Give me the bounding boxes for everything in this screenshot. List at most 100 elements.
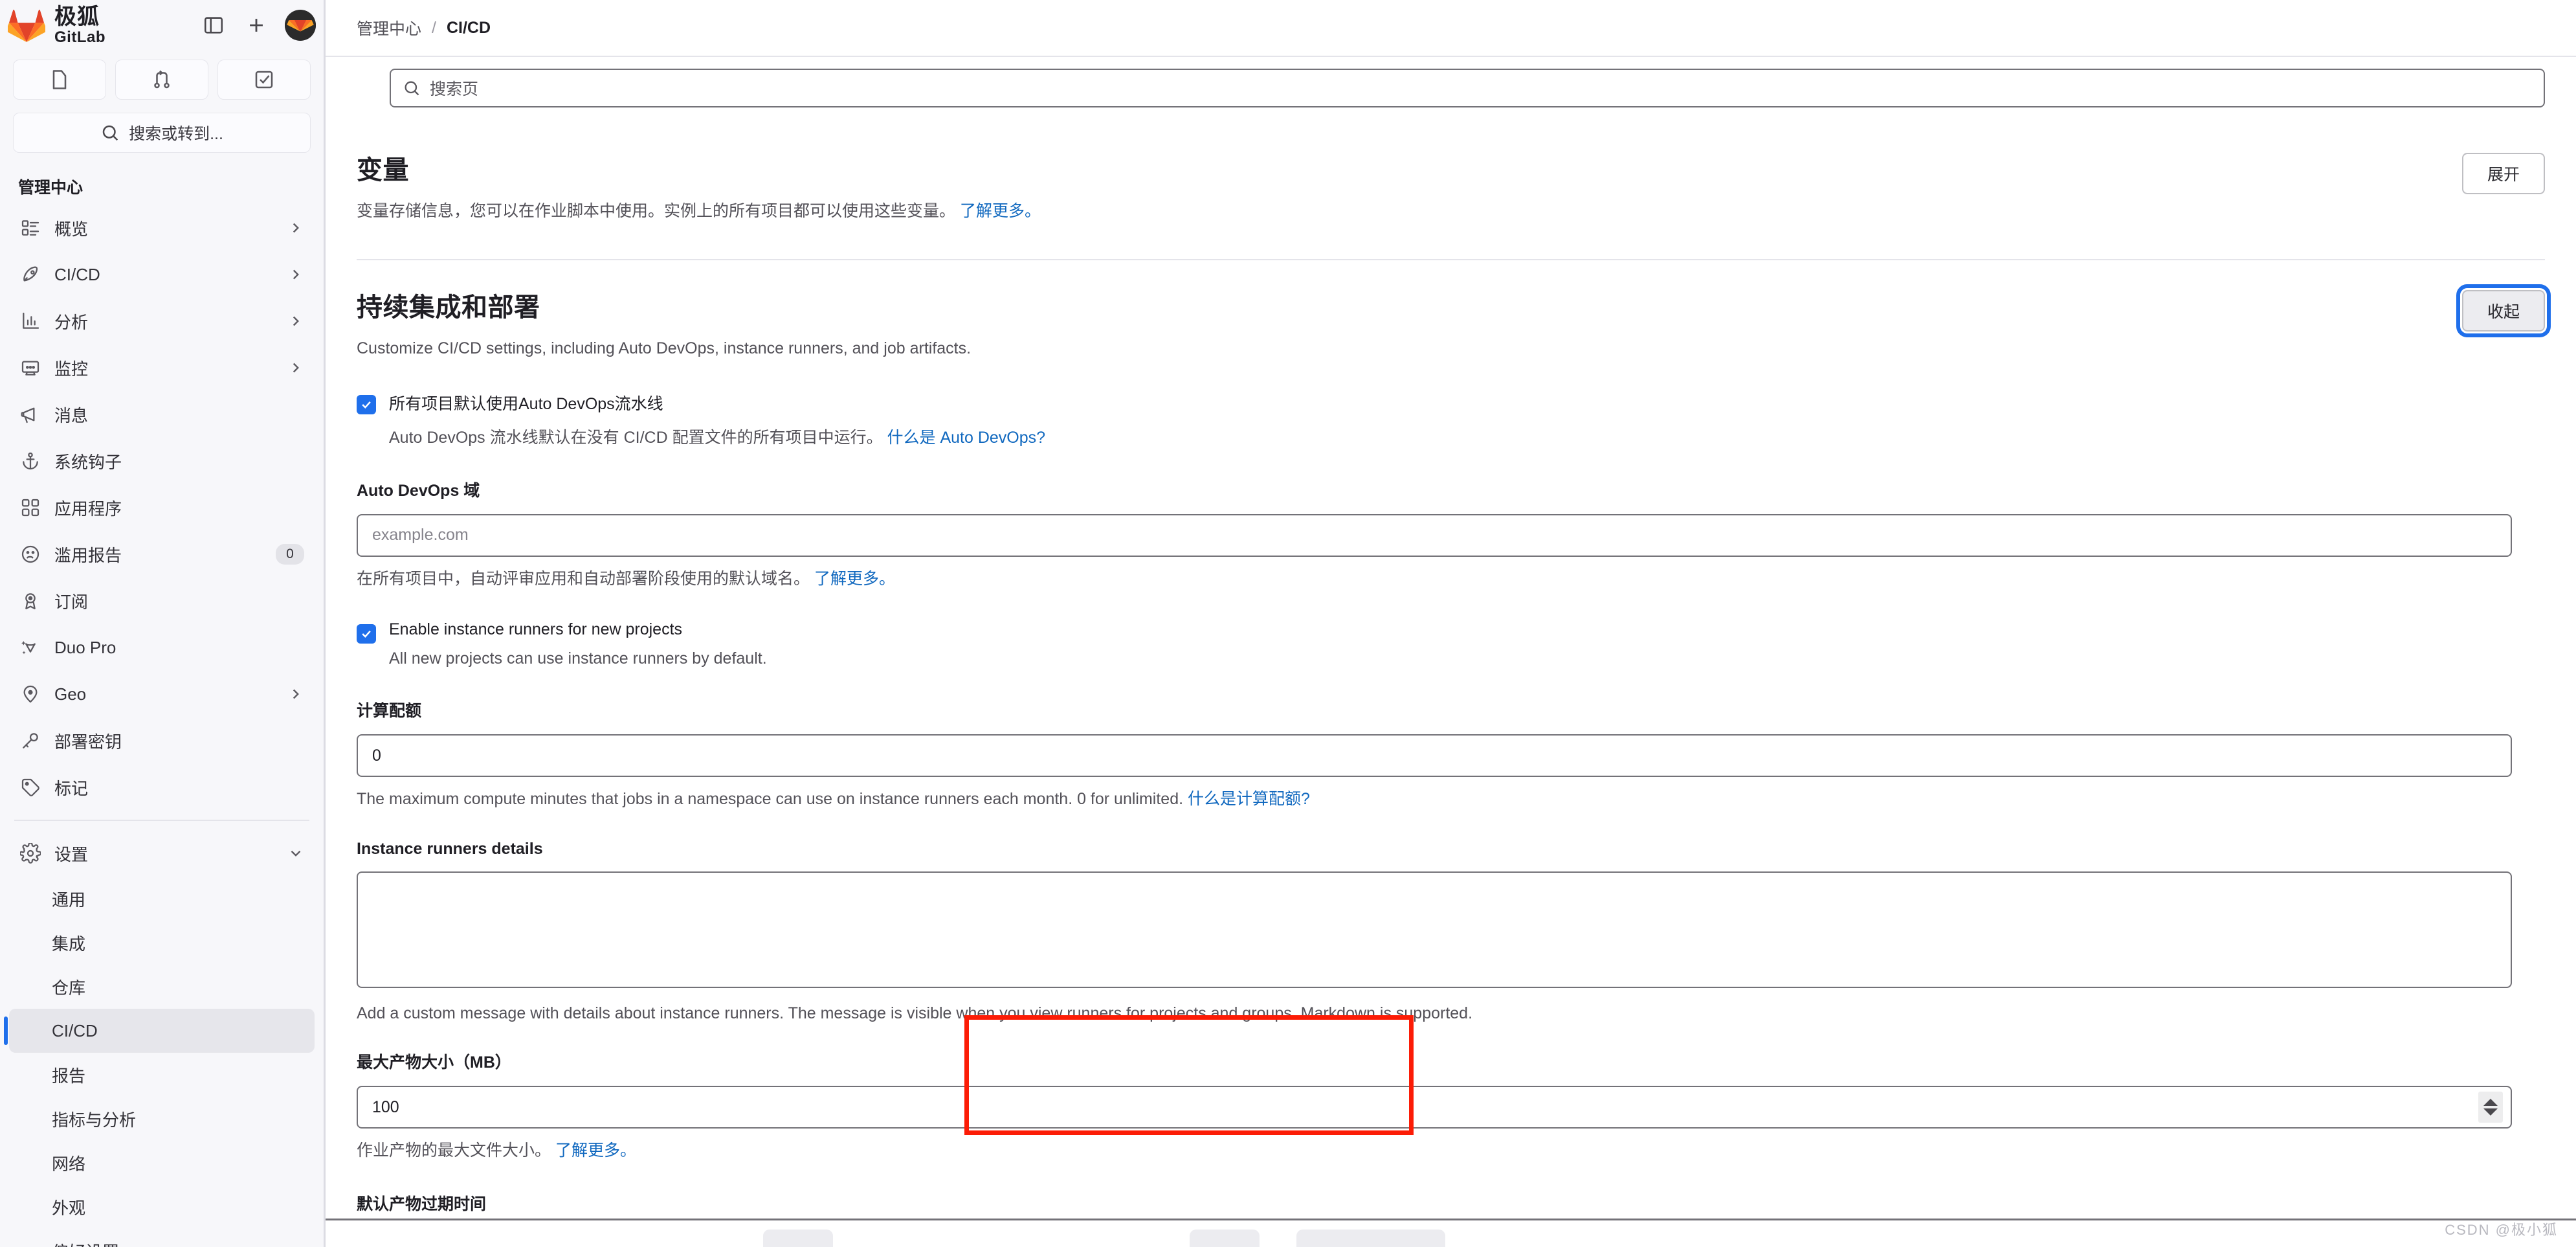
sidebar-section-title: 管理中心 (0, 153, 324, 205)
sidebar-quick-links (0, 51, 324, 100)
sidebar-settings-item-偏好设置[interactable]: 偏好设置 (9, 1229, 315, 1247)
settings-content: 搜索页 变量 变量存储信息，您可以在作业脚本中使用。实例上的所有项目都可以使用这… (326, 69, 2576, 1247)
sidebar-item-监控[interactable]: 监控 (9, 344, 315, 391)
sidebar-item-订阅[interactable]: 订阅 (9, 578, 315, 624)
sidebar-settings-item-仓库[interactable]: 仓库 (9, 965, 315, 1009)
compute-quota-help-link[interactable]: 什么是计算配额? (1188, 790, 1310, 808)
sidebar-settings-item-通用[interactable]: 通用 (9, 877, 315, 921)
variables-title: 变量 (357, 149, 2436, 186)
search-icon (100, 123, 120, 142)
brand-logo[interactable]: 极狐 GitLab (8, 6, 105, 45)
sidebar-item-badge: 0 (276, 544, 304, 565)
sidebar-item-label: 标记 (54, 776, 88, 800)
sidebar-item-geo[interactable]: Geo (9, 671, 315, 717)
sidebar-item-label: Duo Pro (54, 638, 116, 658)
auto-devops-domain-help: 在所有项目中，自动评审应用和自动部署阶段使用的默认域名。 了解更多。 (357, 568, 2545, 590)
max-artifact-size-stepper[interactable] (2478, 1092, 2503, 1123)
stepper-up-icon[interactable] (2483, 1099, 2498, 1106)
sidebar-item-settings[interactable]: 设置 (9, 830, 315, 877)
page-search-input[interactable]: 搜索页 (390, 69, 2545, 107)
rocket-icon (19, 264, 41, 286)
sidebar-item-应用程序[interactable]: 应用程序 (9, 484, 315, 531)
gitlab-fox-logo (8, 8, 45, 43)
chart-icon (19, 310, 41, 332)
sidebar-item-标记[interactable]: 标记 (9, 764, 315, 811)
footer-button-peek-2[interactable] (1190, 1230, 1260, 1247)
chevron-right-icon (287, 686, 304, 702)
gear-icon (19, 842, 41, 864)
compute-quota-label: 计算配额 (357, 698, 2545, 721)
user-avatar[interactable] (285, 10, 316, 41)
auto-devops-domain-help-link[interactable]: 了解更多。 (814, 570, 895, 588)
collapse-button[interactable]: 收起 (2462, 290, 2545, 331)
max-artifact-size-help-link[interactable]: 了解更多。 (555, 1141, 636, 1160)
sidebar-item-label: 概览 (54, 216, 88, 240)
sidebar-item-滥用报告[interactable]: 滥用报告0 (9, 531, 315, 578)
auto-devops-domain-input[interactable] (357, 514, 2512, 557)
sidebar-item-ci-cd[interactable]: CI/CD (9, 251, 315, 298)
sidebar-item-issues[interactable] (13, 60, 106, 100)
stepper-down-icon[interactable] (2483, 1108, 2498, 1116)
sidebar-search-button[interactable]: 搜索或转到... (13, 113, 311, 153)
chevron-right-icon (287, 359, 304, 376)
max-artifact-size-input-wrap (357, 1086, 2512, 1129)
sidebar-settings-item-网络[interactable]: 网络 (9, 1141, 315, 1185)
compute-quota-help-text: The maximum compute minutes that jobs in… (357, 790, 1183, 808)
toggle-sidebar-icon[interactable] (199, 11, 228, 39)
watermark-text: CSDN @极小狐 (2445, 1219, 2558, 1239)
app-root: 极狐 GitLab (0, 0, 2576, 1247)
cicd-section: 持续集成和部署 Customize CI/CD settings, includ… (357, 260, 2545, 1247)
instance-runners-details-help: Add a custom message with details about … (357, 1003, 2545, 1024)
sidebar-settings-item-外观[interactable]: 外观 (9, 1185, 315, 1229)
sidebar-item-duo-pro[interactable]: Duo Pro (9, 624, 315, 671)
footer-action-bar (326, 1219, 2576, 1247)
todo-icon (252, 68, 276, 91)
instance-runners-details-field: Instance runners details Add a custom me… (357, 840, 2545, 1024)
auto-devops-domain-field: Auto DevOps 域 在所有项目中，自动评审应用和自动部署阶段使用的默认域… (357, 478, 2545, 590)
variables-learn-more-link[interactable]: 了解更多。 (960, 202, 1041, 220)
sidebar-settings-item-label: 报告 (52, 1063, 85, 1087)
sidebar-item-todos[interactable] (217, 60, 311, 100)
footer-button-peek-3[interactable] (1296, 1230, 1445, 1247)
auto-devops-help-link[interactable]: 什么是 Auto DevOps? (887, 429, 1046, 447)
overview-icon (19, 217, 41, 239)
sidebar-item-部署密钥[interactable]: 部署密钥 (9, 717, 315, 764)
create-new-icon[interactable] (242, 11, 271, 39)
instance-runners-details-textarea[interactable] (357, 871, 2512, 988)
sidebar-settings-label: 设置 (54, 842, 88, 866)
brand-name-en: GitLab (54, 30, 105, 45)
brand-name-cn: 极狐 (54, 6, 105, 28)
auto-devops-checkbox[interactable] (357, 395, 376, 414)
auto-devops-checkbox-row: 所有项目默认使用Auto DevOps流水线 Auto DevOps 流水线默认… (357, 391, 2545, 448)
sidebar-item-消息[interactable]: 消息 (9, 391, 315, 438)
expand-button[interactable]: 展开 (2462, 153, 2545, 194)
variables-section: 变量 变量存储信息，您可以在作业脚本中使用。实例上的所有项目都可以使用这些变量。… (357, 107, 2545, 260)
sidebar-item-label: 应用程序 (54, 496, 122, 520)
footer-button-peek-1[interactable] (763, 1230, 833, 1247)
max-artifact-size-help: 作业产物的最大文件大小。 了解更多。 (357, 1140, 2545, 1162)
instance-runners-checkbox-label: Enable instance runners for new projects (389, 620, 682, 638)
max-artifact-size-input[interactable] (357, 1086, 2512, 1129)
sidebar-item-系统钩子[interactable]: 系统钩子 (9, 438, 315, 484)
sidebar-item-分析[interactable]: 分析 (9, 298, 315, 344)
sidebar-item-概览[interactable]: 概览 (9, 205, 315, 251)
key-icon (19, 730, 41, 752)
sidebar-settings-item-ci-cd[interactable]: CI/CD (9, 1009, 315, 1053)
sidebar-settings-item-label: 仓库 (52, 975, 85, 999)
compute-quota-input[interactable] (357, 734, 2512, 777)
default-artifact-expiration-label: 默认产物过期时间 (357, 1191, 2545, 1215)
check-icon (360, 627, 373, 640)
sidebar-settings-item-label: 通用 (52, 887, 85, 911)
sidebar-header-actions (199, 10, 316, 41)
sidebar-settings-item-集成[interactable]: 集成 (9, 921, 315, 965)
breadcrumb-root[interactable]: 管理中心 (357, 16, 421, 39)
chevron-right-icon (287, 266, 304, 283)
sidebar-settings-item-报告[interactable]: 报告 (9, 1053, 315, 1097)
sidebar-item-label: Geo (54, 684, 86, 704)
sidebar-item-merge-requests[interactable] (115, 60, 208, 100)
variables-header-action: 展开 (2462, 149, 2545, 194)
sidebar-settings-item-指标与分析[interactable]: 指标与分析 (9, 1097, 315, 1141)
apps-icon (19, 497, 41, 519)
auto-devops-checkbox-sublabel: Auto DevOps 流水线默认在没有 CI/CD 配置文件的所有项目中运行。… (389, 425, 1045, 448)
instance-runners-checkbox[interactable] (357, 624, 376, 644)
